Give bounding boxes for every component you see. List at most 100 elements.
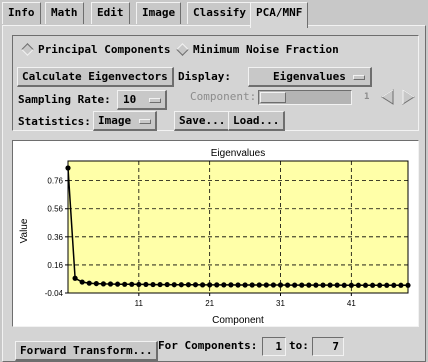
tab-math[interactable]: Math — [45, 2, 84, 24]
x-tick-label: 41 — [347, 299, 356, 308]
data-point — [114, 281, 121, 287]
data-point — [242, 282, 248, 288]
tab-classify[interactable]: Classify — [187, 2, 252, 24]
data-point — [398, 282, 404, 288]
data-point — [136, 281, 142, 288]
sampling-rate-option-menu[interactable]: 10 — [117, 90, 167, 110]
components-from-input[interactable]: 1 — [262, 337, 286, 356]
display-value: Eigenvalues — [273, 70, 346, 83]
data-point — [334, 282, 340, 288]
option-menu-icon — [149, 98, 161, 103]
save-button[interactable]: Save... — [174, 111, 232, 131]
data-point — [327, 282, 333, 288]
data-point — [284, 282, 291, 288]
component-increment-button[interactable] — [400, 88, 416, 106]
data-point — [256, 282, 262, 288]
display-label: Display: — [178, 70, 231, 83]
data-point — [235, 282, 241, 288]
data-point — [292, 282, 298, 288]
data-point — [306, 282, 312, 288]
data-point — [341, 282, 347, 288]
component-decrement-button[interactable] — [380, 88, 396, 106]
component-slider[interactable] — [258, 90, 352, 105]
y-tick-label: 0.76 — [47, 177, 63, 186]
components-from-value: 1 — [275, 340, 282, 353]
statistics-option-menu[interactable]: Image — [93, 111, 157, 131]
plot-frame: -0.04 0.16 0.36 0.56 0.76 11 21 31 41 Eigenvalue… — [12, 140, 419, 327]
data-point — [143, 281, 149, 288]
tab-image[interactable]: Image — [136, 2, 182, 24]
data-point — [100, 281, 107, 287]
sampling-rate-label: Sampling Rate: — [18, 93, 111, 106]
component-value: 1 — [364, 92, 370, 102]
chart-title: Eigenvalues — [211, 148, 265, 159]
principal-components-label: Principal Components — [38, 43, 171, 56]
y-tick-label: 0.56 — [47, 205, 63, 214]
minimum-noise-fraction-label: Minimum Noise Fraction — [193, 43, 339, 56]
data-point — [65, 165, 71, 171]
y-axis-label: Value — [19, 218, 30, 243]
data-point — [221, 282, 227, 288]
y-tick-label: -0.04 — [45, 289, 64, 298]
x-tick-label: 21 — [205, 299, 214, 308]
data-point — [157, 281, 163, 288]
data-point — [320, 282, 326, 288]
data-point — [270, 282, 277, 288]
data-point — [263, 282, 269, 288]
data-point — [228, 282, 234, 288]
for-components-label: For Components: — [158, 339, 258, 352]
data-point — [391, 282, 397, 288]
display-option-menu[interactable]: Eigenvalues — [248, 67, 372, 87]
arrow-right-icon — [402, 89, 415, 105]
x-tick-label: 31 — [276, 299, 285, 308]
y-tick-label: 0.36 — [47, 233, 63, 242]
data-point — [313, 282, 319, 288]
data-point — [107, 281, 114, 287]
radio-unselected-icon — [176, 43, 189, 56]
to-label: to: — [289, 339, 309, 352]
slider-thumb[interactable] — [260, 92, 286, 103]
data-point — [171, 282, 177, 288]
data-point — [150, 281, 156, 288]
data-point — [362, 282, 369, 288]
radio-principal-components[interactable]: Principal Components — [20, 42, 170, 58]
arrow-left-icon — [381, 89, 394, 105]
tab-pca-mnf[interactable]: PCA/MNF — [250, 2, 309, 28]
data-point — [79, 279, 85, 285]
tab-bar: Info Math Edit Image Classify PCA/MNF — [0, 0, 428, 28]
data-point — [348, 282, 354, 288]
data-point — [249, 282, 255, 288]
data-point — [355, 282, 362, 288]
data-point — [178, 282, 184, 288]
data-point — [369, 282, 376, 288]
data-point — [122, 281, 128, 287]
statistics-label: Statistics: — [18, 115, 91, 128]
data-point — [299, 282, 305, 288]
component-label: Component: — [190, 90, 257, 103]
data-point — [207, 282, 213, 288]
data-point — [72, 275, 78, 281]
y-tick-label: 0.16 — [47, 261, 63, 270]
components-to-input[interactable]: 7 — [312, 337, 344, 356]
statistics-value: Image — [98, 114, 132, 127]
x-axis-label: Component — [212, 315, 264, 326]
load-button[interactable]: Load... — [228, 111, 286, 131]
option-menu-icon — [139, 119, 151, 124]
data-point — [86, 280, 92, 286]
tab-info[interactable]: Info — [2, 2, 41, 24]
calculate-eigenvectors-button[interactable]: Calculate Eigenvectors — [17, 67, 174, 87]
data-point — [93, 280, 99, 287]
data-point — [199, 282, 206, 288]
data-point — [377, 282, 383, 288]
data-point — [164, 281, 170, 288]
forward-transform-button[interactable]: Forward Transform... — [15, 341, 159, 361]
data-point — [185, 282, 192, 288]
data-point — [405, 282, 411, 288]
data-point — [129, 281, 135, 287]
radio-selected-icon — [21, 43, 34, 56]
radio-minimum-noise-fraction[interactable]: Minimum Noise Fraction — [176, 42, 356, 58]
sampling-rate-value: 10 — [123, 93, 137, 106]
data-point — [277, 282, 284, 288]
tab-edit[interactable]: Edit — [91, 2, 130, 24]
x-tick-label: 11 — [135, 299, 144, 308]
